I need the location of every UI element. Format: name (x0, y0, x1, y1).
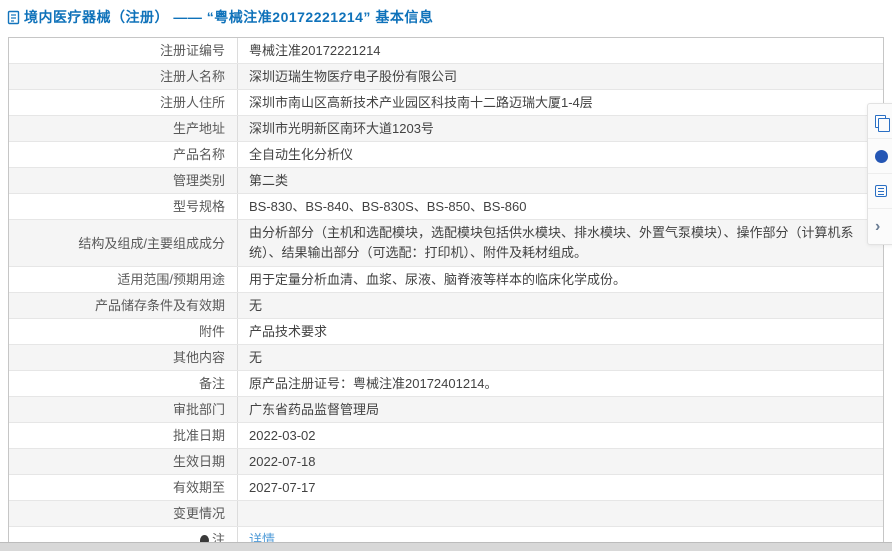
page-background-strip (0, 542, 892, 551)
copy-icon (875, 114, 890, 132)
table-row: 适用范围/预期用途 用于定量分析血清、血浆、尿液、脑脊液等样本的临床化学成份。 (9, 267, 883, 293)
table-row: 附件 产品技术要求 (9, 319, 883, 345)
row-value: 无 (249, 298, 263, 313)
table-row: 注册人名称 深圳迈瑞生物医疗电子股份有限公司 (9, 64, 883, 90)
page-title: 境内医疗器械（注册） —— “粤械注准20172221214” 基本信息 (24, 9, 434, 25)
registration-info-table: 注册证编号 粤械注准20172221214 注册人名称 深圳迈瑞生物医疗电子股份有限公… (8, 37, 884, 551)
side-panel-item-share[interactable] (868, 174, 892, 209)
row-label: 注册人名称 (9, 64, 238, 89)
row-value: 深圳市光明新区南环大道1203号 (249, 121, 434, 136)
page-content: 境内医疗器械（注册） —— “粤械注准20172221214” 基本信息 注册证… (0, 0, 892, 551)
row-value: 广东省药品监督管理局 (249, 402, 380, 417)
row-value: 2027-07-17 (249, 480, 316, 495)
row-label: 注册人住所 (9, 90, 238, 115)
row-value: 产品技术要求 (249, 324, 328, 339)
document-icon (7, 10, 20, 25)
side-panel-item-collapse[interactable]: › (868, 209, 892, 244)
row-value: 原产品注册证号：粤械注准20172401214。 (249, 376, 498, 391)
row-label: 管理类别 (9, 168, 238, 193)
row-value: 2022-07-18 (249, 454, 316, 469)
table-row: 变更情况 (9, 501, 883, 527)
row-value: 2022-03-02 (249, 428, 316, 443)
side-panel-item-contact[interactable] (868, 139, 892, 174)
row-label: 结构及组成/主要组成成分 (9, 220, 238, 266)
table-row: 批准日期 2022-03-02 (9, 423, 883, 449)
row-label: 生产地址 (9, 116, 238, 141)
table-row: 型号规格 BS-830、BS-840、BS-830S、BS-850、BS-860 (9, 194, 883, 220)
row-label: 产品名称 (9, 142, 238, 167)
collapse-arrow-icon: › (875, 217, 881, 235)
table-row: 审批部门 广东省药品监督管理局 (9, 397, 883, 423)
table-row: 产品储存条件及有效期无 (9, 293, 883, 319)
row-value: BS-830、BS-840、BS-830S、BS-850、BS-860 (249, 199, 527, 214)
row-value: 无 (249, 350, 263, 365)
table-row: 注册人住所 深圳市南山区高新技术产业园区科技南十二路迈瑞大厦1-4层 (9, 90, 883, 116)
row-value: 粤械注准20172221214 (249, 43, 381, 58)
row-label: 附件 (9, 319, 238, 344)
share-icon (875, 185, 887, 197)
page-header: 境内医疗器械（注册） —— “粤械注准20172221214” 基本信息 (0, 0, 892, 27)
row-value: 深圳迈瑞生物医疗电子股份有限公司 (249, 69, 458, 84)
row-label: 注册证编号 (9, 38, 238, 63)
row-value: 深圳市南山区高新技术产业园区科技南十二路迈瑞大厦1-4层 (249, 95, 593, 110)
table-row: 产品名称 全自动生化分析仪 (9, 142, 883, 168)
table-row: 结构及组成/主要组成成分 由分析部分（主机和选配模块，选配模块包括供水模块、排水模… (9, 220, 883, 267)
row-label: 其他内容 (9, 345, 238, 370)
row-value: 全自动生化分析仪 (249, 147, 354, 162)
row-label: 变更情况 (9, 501, 238, 526)
row-label: 生效日期 (9, 449, 238, 474)
row-value: 用于定量分析血清、血浆、尿液、脑脊液等样本的临床化学成份。 (249, 272, 627, 287)
row-value: 第二类 (249, 173, 289, 188)
table-row: 注册证编号 粤械注准20172221214 (9, 38, 883, 64)
row-label: 产品储存条件及有效期 (9, 293, 238, 318)
row-value: 由分析部分（主机和选配模块，选配模块包括供水模块、排水模块、外置气泵模块）、操作… (249, 225, 854, 260)
row-label: 备注 (9, 371, 238, 396)
row-label: 型号规格 (9, 194, 238, 219)
contact-icon (875, 149, 888, 163)
row-label: 批准日期 (9, 423, 238, 448)
table-row: 备注 原产品注册证号：粤械注准20172401214。 (9, 371, 883, 397)
row-label: 有效期至 (9, 475, 238, 500)
table-row: 生产地址 深圳市光明新区南环大道1203号 (9, 116, 883, 142)
table-row: 管理类别 第二类 (9, 168, 883, 194)
table-row: 生效日期 2022-07-18 (9, 449, 883, 475)
table-row: 其他内容无 (9, 345, 883, 371)
side-panel-item-copy[interactable] (868, 104, 892, 139)
row-label: 审批部门 (9, 397, 238, 422)
floating-side-panel: › (867, 103, 892, 245)
row-label: 适用范围/预期用途 (9, 267, 238, 292)
table-row: 有效期至 2027-07-17 (9, 475, 883, 501)
